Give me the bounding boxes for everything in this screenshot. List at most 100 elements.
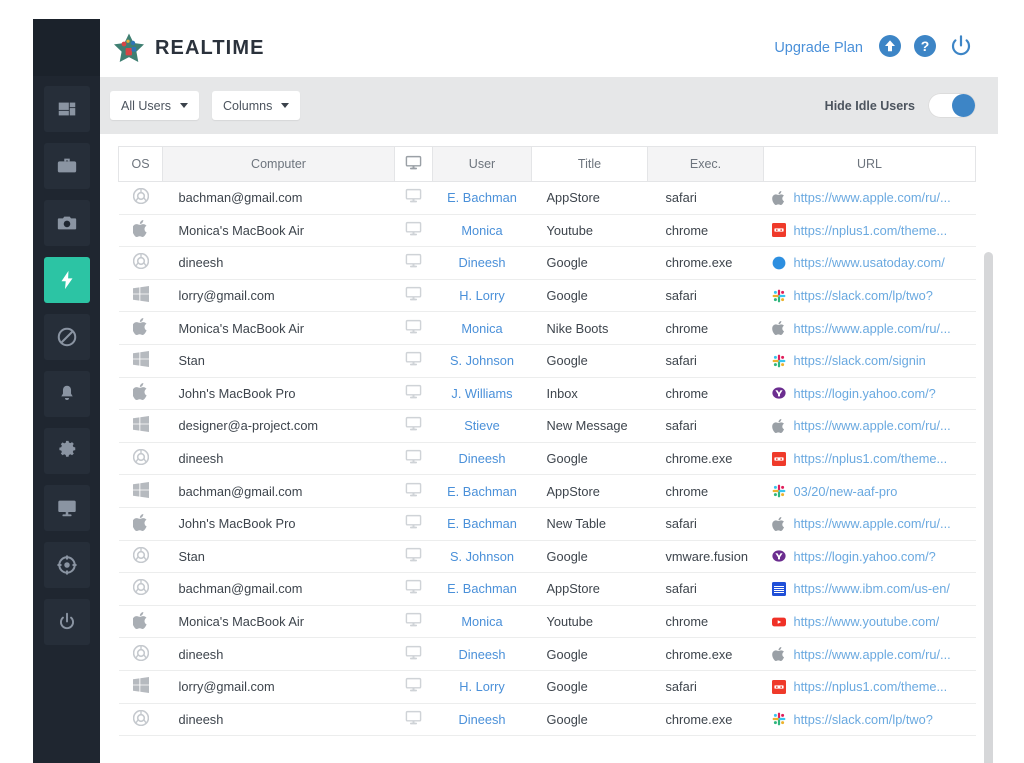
- url-link[interactable]: https://nplus1.com/theme...: [794, 223, 948, 238]
- table-row[interactable]: John's MacBook Pro J. Williams Inbox chrome…: [118, 377, 976, 411]
- user-link[interactable]: E. Bachman: [447, 516, 517, 531]
- table-row[interactable]: bachman@gmail.com E. Bachman AppStore safar…: [118, 572, 976, 606]
- table-header-os[interactable]: OS: [118, 146, 163, 182]
- user-link[interactable]: Monica: [461, 321, 502, 336]
- url-link[interactable]: https://slack.com/signin: [794, 353, 926, 368]
- vertical-scrollbar[interactable]: [984, 252, 993, 763]
- url-link[interactable]: https://www.usatoday.com/: [794, 255, 945, 270]
- table-header-monitor[interactable]: [394, 146, 433, 182]
- table-row[interactable]: dineesh Dineesh Google chrome.exe https://ww…: [118, 637, 976, 671]
- url-wrapper: https://nplus1.com/theme...: [771, 223, 976, 238]
- cell-monitor[interactable]: [394, 214, 433, 248]
- table-row[interactable]: bachman@gmail.com E. Bachman AppStore chrom…: [118, 474, 976, 508]
- sidebar-item-screenshots[interactable]: [43, 200, 90, 246]
- upgrade-arrow-icon[interactable]: [878, 34, 902, 63]
- cell-monitor[interactable]: [394, 637, 433, 671]
- cell-exec: safari: [647, 670, 764, 704]
- cell-monitor[interactable]: [394, 311, 433, 345]
- sidebar-item-logout[interactable]: [43, 599, 90, 645]
- user-link[interactable]: E. Bachman: [447, 190, 517, 205]
- url-link[interactable]: https://www.apple.com/ru/...: [794, 516, 951, 531]
- sidebar-item-settings[interactable]: [43, 428, 90, 474]
- cell-monitor[interactable]: [394, 474, 433, 508]
- user-link[interactable]: S. Johnson: [450, 549, 514, 564]
- url-link[interactable]: https://slack.com/lp/two?: [794, 288, 933, 303]
- table-row[interactable]: dineesh Dineesh Google chrome.exe https://np…: [118, 442, 976, 476]
- url-link[interactable]: https://www.youtube.com/: [794, 614, 940, 629]
- cell-monitor[interactable]: [394, 703, 433, 737]
- user-link[interactable]: Dineesh: [459, 451, 506, 466]
- sidebar-item-devices[interactable]: [43, 485, 90, 531]
- scrollbar-thumb[interactable]: [984, 252, 993, 763]
- url-link[interactable]: https://www.apple.com/ru/...: [794, 321, 951, 336]
- chrome-os-icon: [132, 579, 149, 598]
- user-link[interactable]: Dineesh: [459, 647, 506, 662]
- user-link[interactable]: Stieve: [464, 418, 500, 433]
- upgrade-plan-link[interactable]: Upgrade Plan: [774, 40, 863, 56]
- table-header-user[interactable]: User: [432, 146, 532, 182]
- cell-monitor[interactable]: [394, 181, 433, 215]
- table-header-url[interactable]: URL: [763, 146, 976, 182]
- user-link[interactable]: H. Lorry: [459, 288, 505, 303]
- user-link[interactable]: E. Bachman: [447, 581, 517, 596]
- columns-dropdown[interactable]: Columns: [212, 91, 301, 120]
- table-header-computer[interactable]: Computer: [162, 146, 395, 182]
- user-link[interactable]: J. Williams: [451, 386, 512, 401]
- table-row[interactable]: Monica's MacBook Air Monica Nike Boots chro…: [118, 311, 976, 345]
- user-link[interactable]: Dineesh: [459, 712, 506, 727]
- table-row[interactable]: Stan S. Johnson Google vmware.fusion https:/…: [118, 540, 976, 574]
- cell-monitor[interactable]: [394, 246, 433, 280]
- sidebar-item-reports[interactable]: [43, 143, 90, 189]
- user-link[interactable]: S. Johnson: [450, 353, 514, 368]
- cell-monitor[interactable]: [394, 507, 433, 541]
- cell-monitor[interactable]: [394, 377, 433, 411]
- table-row[interactable]: lorry@gmail.com H. Lorry Google safari https…: [118, 279, 976, 313]
- cell-monitor[interactable]: [394, 279, 433, 313]
- url-link[interactable]: https://nplus1.com/theme...: [794, 451, 948, 466]
- table-header-exec[interactable]: Exec.: [647, 146, 764, 182]
- table-row[interactable]: Monica's MacBook Air Monica Youtube chrome h…: [118, 214, 976, 248]
- url-link[interactable]: https://www.apple.com/ru/...: [794, 190, 951, 205]
- user-link[interactable]: Monica: [461, 614, 502, 629]
- help-question-icon[interactable]: ?: [913, 34, 937, 63]
- sidebar-item-alerts[interactable]: [43, 371, 90, 417]
- cell-monitor[interactable]: [394, 409, 433, 443]
- table-row[interactable]: Stan S. Johnson Google safari https://slack.…: [118, 344, 976, 378]
- user-link[interactable]: Monica: [461, 223, 502, 238]
- table-row[interactable]: bachman@gmail.com E. Bachman AppStore safar…: [118, 181, 976, 215]
- user-link[interactable]: H. Lorry: [459, 679, 505, 694]
- sidebar-item-blocked[interactable]: [43, 314, 90, 360]
- sidebar-item-targets[interactable]: [43, 542, 90, 588]
- table-row[interactable]: dineesh Dineesh Google chrome.exe https://sl…: [118, 703, 976, 737]
- power-icon[interactable]: [948, 33, 974, 64]
- cell-monitor[interactable]: [394, 670, 433, 704]
- cell-title: Google: [531, 703, 648, 737]
- cell-monitor[interactable]: [394, 540, 433, 574]
- user-link[interactable]: E. Bachman: [447, 484, 517, 499]
- cell-monitor[interactable]: [394, 344, 433, 378]
- table-row[interactable]: lorry@gmail.com H. Lorry Google safari https…: [118, 670, 976, 704]
- cell-monitor[interactable]: [394, 605, 433, 639]
- hide-idle-users-toggle[interactable]: [928, 93, 976, 118]
- user-link[interactable]: Dineesh: [459, 255, 506, 270]
- url-link[interactable]: https://slack.com/lp/two?: [794, 712, 933, 727]
- table-header-label-url: URL: [856, 157, 882, 171]
- table-row[interactable]: dineesh Dineesh Google chrome.exe https://ww…: [118, 246, 976, 280]
- url-link[interactable]: https://login.yahoo.com/?: [794, 549, 936, 564]
- url-link[interactable]: https://www.ibm.com/us-en/: [794, 581, 950, 596]
- table-row[interactable]: Monica's MacBook Air Monica Youtube chrome h…: [118, 605, 976, 639]
- table-row[interactable]: John's MacBook Pro E. Bachman New Table saf…: [118, 507, 976, 541]
- table-header-title[interactable]: Title: [531, 146, 648, 182]
- briefcase-icon: [56, 155, 78, 177]
- url-link[interactable]: https://login.yahoo.com/?: [794, 386, 936, 401]
- sidebar-item-realtime[interactable]: [43, 257, 90, 303]
- url-link[interactable]: 03/20/new-aaf-pro: [794, 484, 898, 499]
- url-link[interactable]: https://www.apple.com/ru/...: [794, 647, 951, 662]
- cell-monitor[interactable]: [394, 442, 433, 476]
- table-row[interactable]: designer@a-project.com Stieve New Message s…: [118, 409, 976, 443]
- url-link[interactable]: https://nplus1.com/theme...: [794, 679, 948, 694]
- url-link[interactable]: https://www.apple.com/ru/...: [794, 418, 951, 433]
- all-users-dropdown[interactable]: All Users: [110, 91, 200, 120]
- sidebar-item-dashboard[interactable]: [43, 86, 90, 132]
- cell-monitor[interactable]: [394, 572, 433, 606]
